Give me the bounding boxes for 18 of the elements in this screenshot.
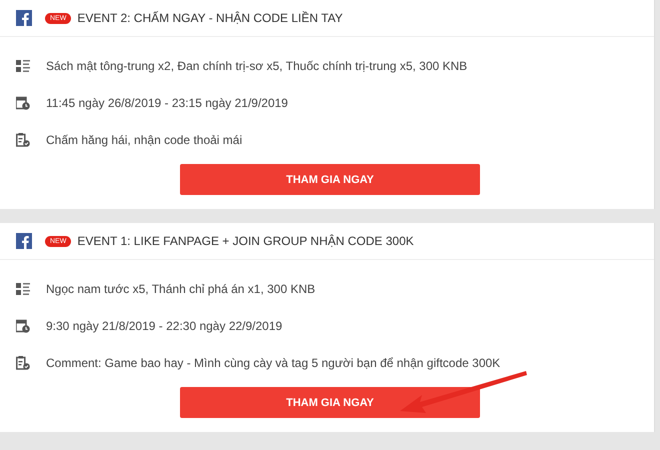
event-detail: 11:45 ngày 26/8/2019 - 23:15 ngày 21/9/2019 [46, 96, 288, 110]
event-detail: Chấm hăng hái, nhận code thoải mái [46, 132, 242, 146]
event-detail: Comment: Game bao hay - Mình cùng cày và tag 5 người bạn để nhận giftcode 300K [46, 356, 500, 370]
calendar-clock-icon [16, 96, 30, 110]
event-detail: 9:30 ngày 21/8/2019 - 22:30 ngày 22/9/2019 [46, 318, 282, 332]
list-icon [16, 60, 30, 72]
facebook-icon [16, 10, 32, 26]
join-button[interactable]: THAM GIA NGAY [180, 387, 480, 418]
clipboard-check-icon [16, 356, 30, 370]
event-detail: Sách mật tông-trung x2, Đan chính trị-sơ x5, Thuốc chính trị-trung x5, 300 KNB [46, 58, 468, 72]
join-button[interactable]: THAM GIA NGAY [180, 164, 480, 195]
calendar-clock-icon [16, 318, 30, 332]
event-title: EVENT 2: CHẤM NGAY - NHẬN CODE LIỀN TAY [77, 11, 343, 25]
clipboard-check-icon [16, 132, 30, 146]
facebook-icon [16, 233, 32, 249]
event-detail: Ngọc nam tước x5, Thánh chỉ phá án x1, 300 KNB [46, 282, 316, 296]
event-title: EVENT 1: LIKE FANPAGE + JOIN GROUP NHẬN CODE 300K [77, 234, 414, 248]
list-icon [16, 282, 30, 294]
